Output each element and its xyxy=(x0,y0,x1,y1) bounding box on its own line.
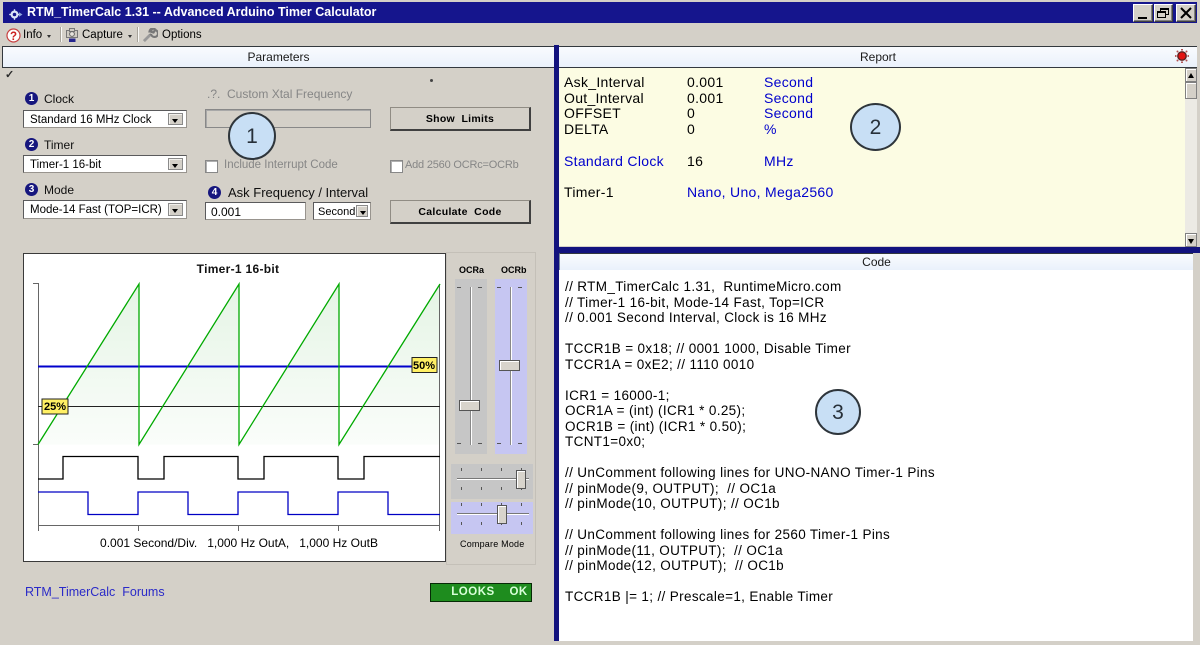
svg-text:25%: 25% xyxy=(44,401,66,413)
svg-text:Timer-1 16-bit: Timer-1 16-bit xyxy=(197,262,280,276)
svg-text:0.001 Second/Div. 1,000 Hz O: 0.001 Second/Div. 1,000 Hz OutA, 1,000 H… xyxy=(100,536,378,550)
svg-text:?: ? xyxy=(10,31,17,43)
svg-text:50%: 50% xyxy=(413,360,435,372)
